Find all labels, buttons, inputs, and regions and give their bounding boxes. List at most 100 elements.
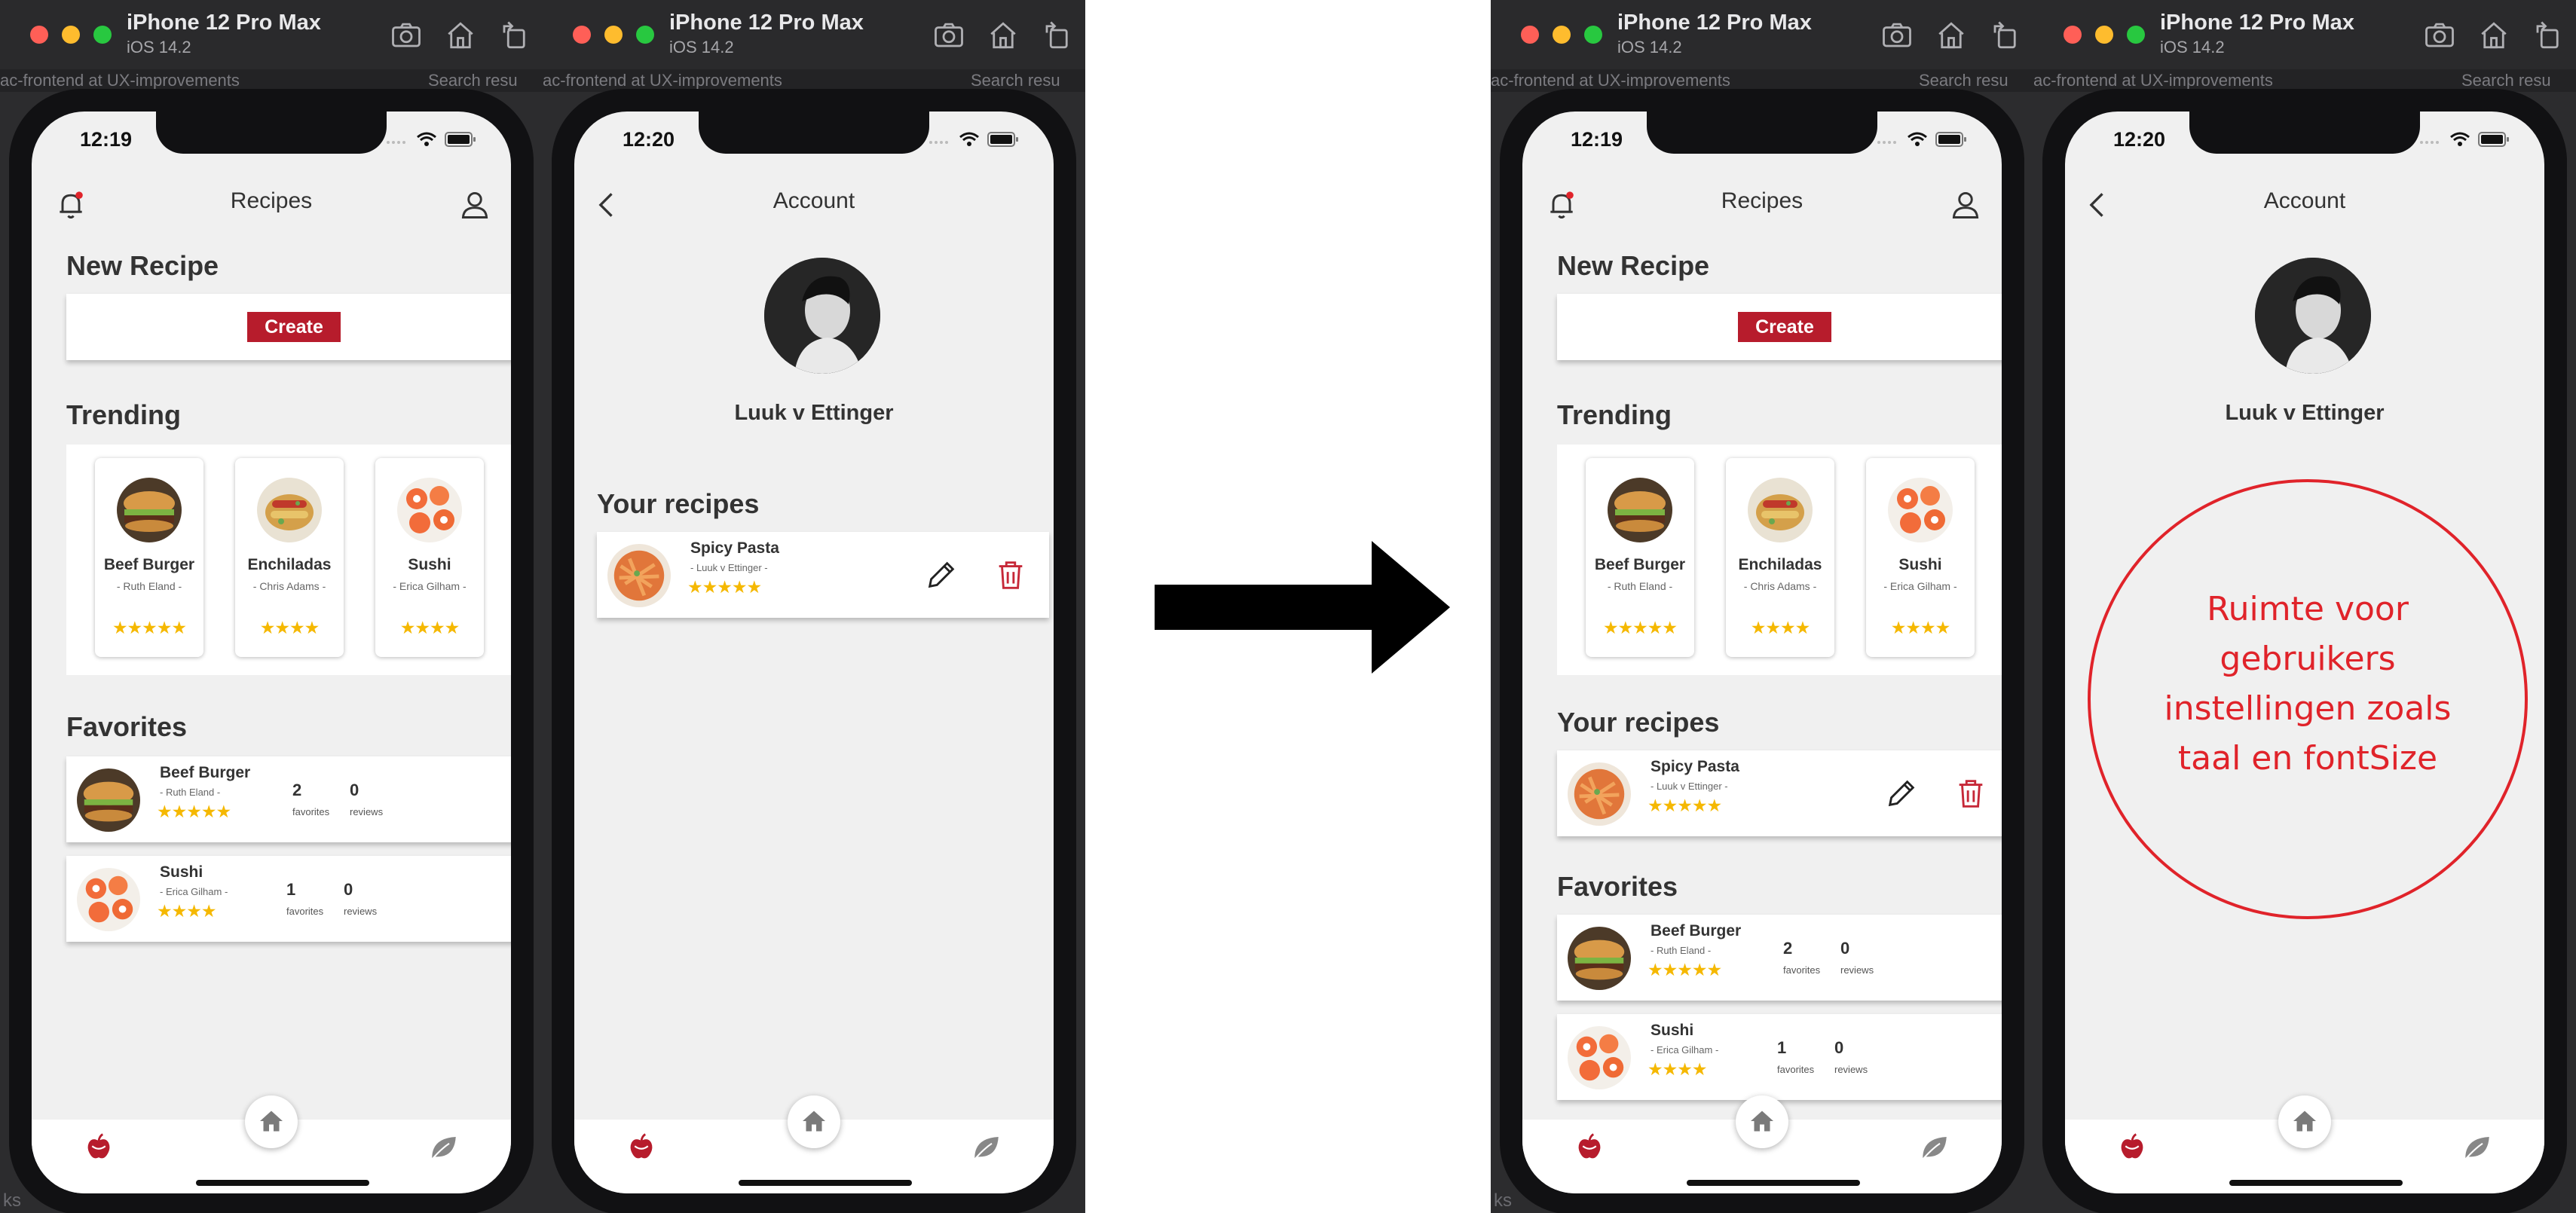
pencil-icon[interactable]	[1884, 776, 1919, 811]
home-button-icon[interactable]	[1935, 20, 1967, 51]
leaf-icon[interactable]	[428, 1132, 460, 1163]
home-tab-button[interactable]	[245, 1095, 298, 1148]
simulator-toolbar	[933, 20, 1073, 51]
leaf-icon[interactable]	[1919, 1132, 1950, 1163]
rotate-icon[interactable]	[1042, 20, 1073, 51]
rating-stars: ★★★★★	[1602, 618, 1678, 637]
annotation-line: Ruimte voor	[2207, 590, 2409, 628]
user-icon[interactable]	[458, 188, 491, 222]
favorites-list[interactable]: Beef Burger - Ruth Eland - ★★★★★ 2 favor…	[1522, 910, 2002, 1108]
home-button-icon[interactable]	[2478, 20, 2510, 51]
close-window-button[interactable]	[2064, 26, 2082, 44]
home-button-icon[interactable]	[987, 20, 1019, 51]
pencil-icon[interactable]	[924, 558, 959, 592]
trending-carousel[interactable]: Beef Burger - Ruth Eland - ★★★★★ Enchila…	[66, 445, 511, 675]
phone-frame: 12:19 Recipes New Recipe Create Trending	[1500, 89, 2024, 1213]
sushi-image	[1568, 1026, 1631, 1089]
phone-notch	[699, 112, 929, 154]
favorites-label: favorites	[292, 806, 330, 817]
account-screen: 12:20 Account Luuk v Ettinger Your recip…	[574, 112, 1054, 1193]
apple-icon[interactable]	[2116, 1132, 2148, 1163]
zoom-window-button[interactable]	[1584, 26, 1602, 44]
rating-stars: ★★★★★	[687, 577, 762, 597]
battery-icon	[445, 132, 476, 147]
trending-name: Enchiladas	[1738, 556, 1822, 573]
minimize-window-button[interactable]	[2095, 26, 2113, 44]
create-button[interactable]: Create	[1738, 312, 1831, 342]
zoom-window-button[interactable]	[636, 26, 654, 44]
leaf-icon[interactable]	[2461, 1132, 2493, 1163]
favorite-author: - Erica Gilham -	[160, 886, 228, 897]
my-recipe-row[interactable]: Spicy Pasta - Luuk v Ettinger - ★★★★★	[1557, 750, 2002, 836]
camera-icon[interactable]	[390, 20, 422, 51]
window-controls	[1521, 26, 1602, 44]
trending-carousel[interactable]: Beef Burger - Ruth Eland - ★★★★★ Enchila…	[1557, 445, 2002, 675]
status-icons	[2419, 131, 2510, 148]
minimize-window-button[interactable]	[62, 26, 80, 44]
trash-icon[interactable]	[1953, 776, 1988, 811]
trending-card[interactable]: Enchiladas - Chris Adams - ★★★★	[1726, 458, 1834, 657]
right-arrow-icon	[1155, 541, 1450, 674]
minimize-window-button[interactable]	[604, 26, 623, 44]
close-window-button[interactable]	[1521, 26, 1539, 44]
status-time: 12:20	[623, 128, 675, 151]
favorites-count: 2	[292, 781, 302, 799]
close-window-button[interactable]	[573, 26, 591, 44]
enchiladas-image	[257, 478, 322, 542]
rotate-icon[interactable]	[499, 20, 531, 51]
reviews-label: reviews	[350, 806, 384, 817]
trending-author: - Erica Gilham -	[393, 580, 467, 592]
create-button[interactable]: Create	[247, 312, 341, 342]
rotate-icon[interactable]	[2532, 20, 2564, 51]
apple-icon[interactable]	[1574, 1132, 1605, 1163]
trending-card[interactable]: Beef Burger - Ruth Eland - ★★★★★	[95, 458, 203, 657]
tab-bar	[32, 1095, 511, 1193]
user-icon[interactable]	[1949, 188, 1982, 222]
window-crumb: ac-frontend at UX-improvements	[543, 71, 782, 90]
device-name: iPhone 12 Pro Max	[669, 11, 864, 35]
favorite-row[interactable]: Sushi - Erica Gilham - ★★★★ 1 favorites …	[1557, 1014, 2002, 1100]
trash-icon[interactable]	[993, 558, 1028, 592]
new-recipe-title: New Recipe	[66, 250, 219, 281]
apple-icon[interactable]	[626, 1132, 657, 1163]
zoom-window-button[interactable]	[2127, 26, 2145, 44]
camera-icon[interactable]	[1881, 20, 1913, 51]
home-tab-button[interactable]	[1736, 1095, 1788, 1148]
spicy-pasta-image	[1568, 762, 1631, 826]
camera-icon[interactable]	[933, 20, 965, 51]
home-button-icon[interactable]	[445, 20, 476, 51]
favorite-row[interactable]: Sushi - Erica Gilham - ★★★★ 1 favorites …	[66, 856, 511, 942]
zoom-window-button[interactable]	[93, 26, 112, 44]
signal-icon	[1877, 141, 1896, 144]
home-tab-button[interactable]	[2278, 1095, 2331, 1148]
signal-icon	[929, 141, 948, 144]
recipes-screen: 12:19 Recipes New Recipe Create Trending	[1522, 112, 2002, 1193]
camera-icon[interactable]	[2424, 20, 2455, 51]
trending-card[interactable]: Sushi - Erica Gilham - ★★★★	[375, 458, 484, 657]
rotate-icon[interactable]	[1990, 20, 2021, 51]
simulator-titlebar: iPhone 12 Pro Max iOS 14.2	[1491, 0, 2033, 69]
phone-frame: 12:19 Recipes New Recipe Create Trending	[9, 89, 534, 1213]
window-controls	[573, 26, 654, 44]
account-header: Account	[2065, 181, 2544, 229]
trending-card[interactable]: Sushi - Erica Gilham - ★★★★	[1866, 458, 1975, 657]
page-title: Recipes	[230, 188, 313, 213]
status-icons	[929, 131, 1019, 148]
trending-card[interactable]: Beef Burger - Ruth Eland - ★★★★★	[1586, 458, 1694, 657]
favorite-author: - Ruth Eland -	[160, 787, 221, 798]
my-recipe-row[interactable]: Spicy Pasta - Luuk v Ettinger - ★★★★★	[597, 532, 1049, 618]
close-window-button[interactable]	[30, 26, 48, 44]
leaf-icon[interactable]	[971, 1132, 1002, 1163]
home-indicator	[1687, 1180, 1860, 1186]
favorite-name: Beef Burger	[1651, 922, 1742, 940]
favorite-author: - Erica Gilham -	[1651, 1044, 1719, 1056]
minimize-window-button[interactable]	[1553, 26, 1571, 44]
favorite-row[interactable]: Beef Burger - Ruth Eland - ★★★★★ 2 favor…	[66, 756, 511, 842]
simulator-window-recipes-before: iPhone 12 Pro Max iOS 14.2 ac-frontend a…	[0, 0, 543, 1213]
home-tab-button[interactable]	[788, 1095, 840, 1148]
apple-icon[interactable]	[83, 1132, 115, 1163]
trending-author: - Ruth Eland -	[1607, 580, 1673, 592]
trending-card[interactable]: Enchiladas - Chris Adams - ★★★★	[235, 458, 344, 657]
favorite-row[interactable]: Beef Burger - Ruth Eland - ★★★★★ 2 favor…	[1557, 915, 2002, 1001]
device-os: iOS 14.2	[669, 38, 734, 57]
